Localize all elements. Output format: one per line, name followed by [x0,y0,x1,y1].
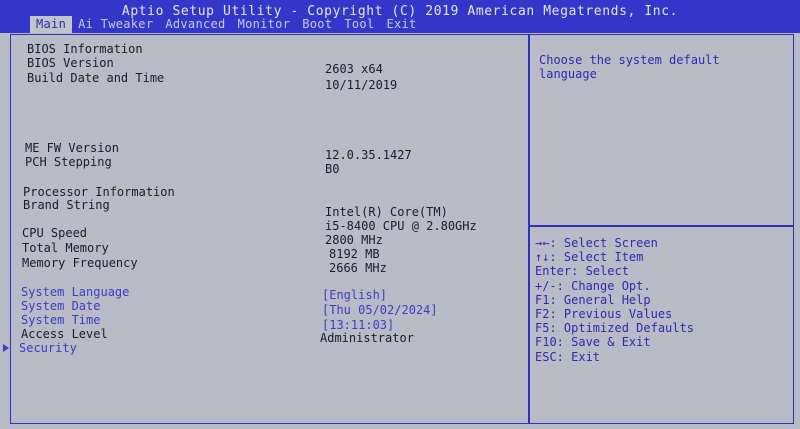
tab-exit[interactable]: Exit [380,16,422,33]
tab-tool[interactable]: Tool [338,16,380,33]
tab-ai-tweaker[interactable]: Ai Tweaker [72,16,159,33]
key-previous-values: F2: Previous Values [535,306,673,321]
tab-boot[interactable]: Boot [296,16,338,33]
pch-label: PCH Stepping [25,155,112,169]
security-menu-item[interactable]: Security [19,341,77,355]
build-date-value: 10/11/2019 [325,78,398,92]
tab-bar: Main Ai Tweaker Advanced Monitor Boot To… [30,16,423,33]
processor-heading: Processor Information [23,185,175,199]
key-select-item: ↑↓: Select Item [535,250,644,265]
title-bar: Aptio Setup Utility - Copyright (C) 2019… [0,0,800,33]
pch-row: PCH Stepping B0 [0,155,520,176]
mefw-row: ME FW Version 12.0.35.1427 [0,141,520,162]
submenu-arrow-icon [3,344,9,352]
key-optimized-defaults: F5: Optimized Defaults [535,321,694,336]
tab-main[interactable]: Main [30,16,73,33]
memory-frequency-label: Memory Frequency [22,256,138,270]
bios-version-label: BIOS Version [27,56,114,70]
system-date-label[interactable]: System Date [21,299,100,313]
system-time-label[interactable]: System Time [21,313,100,327]
access-level-label: Access Level [21,327,108,341]
build-date-label: Build Date and Time [27,71,165,85]
memory-frequency-row: Memory Frequency 2666 MHz [0,256,520,275]
key-legend: →←: Select Screen ↑↓: Select Item Enter:… [535,236,694,364]
key-change-option: +/-: Change Opt. [535,278,651,293]
tab-advanced[interactable]: Advanced [159,16,231,33]
tab-monitor[interactable]: Monitor [232,16,297,33]
brand-label: Brand String [23,198,110,212]
bios-info-heading: BIOS Information [27,42,143,56]
key-select-screen: →←: Select Screen [535,236,658,250]
build-date-row: Build Date and Time 10/11/2019 [0,71,520,92]
key-enter-select: Enter: Select [535,264,629,279]
memory-frequency-value: 2666 MHz [329,261,387,275]
panel-divider [528,34,530,424]
processor-heading-row: Processor Information [0,185,520,199]
total-memory-label: Total Memory [22,241,109,255]
system-time-row[interactable]: System Time [13:11:03] [0,313,520,332]
pch-value: B0 [325,162,340,176]
help-text: Choose the system default language [539,53,720,81]
security-row[interactable]: Security [0,341,520,355]
brand-value-line1: Intel(R) Core(TM) [325,205,448,219]
key-exit: ESC: Exit [535,349,601,364]
mefw-label: ME FW Version [25,141,119,155]
key-save-exit: F10: Save & Exit [535,335,651,350]
bios-info-row: BIOS Information [0,42,520,56]
access-level-row: Access Level Administrator [0,327,520,345]
system-language-label[interactable]: System Language [21,285,129,299]
cpu-speed-row: CPU Speed 2800 MHz [0,226,520,247]
cpu-speed-label: CPU Speed [22,226,88,240]
brand-row: Brand String Intel(R) Core(TM) i5-8400 C… [0,198,520,233]
help-divider [530,225,794,227]
system-date-row[interactable]: System Date [Thu 05/02/2024] [0,299,520,317]
total-memory-row: Total Memory 8192 MB [0,241,520,261]
system-language-row[interactable]: System Language [English] [0,285,520,302]
key-general-help: F1: General Help [535,292,651,307]
bios-version-row: BIOS Version 2603 x64 [0,56,520,76]
